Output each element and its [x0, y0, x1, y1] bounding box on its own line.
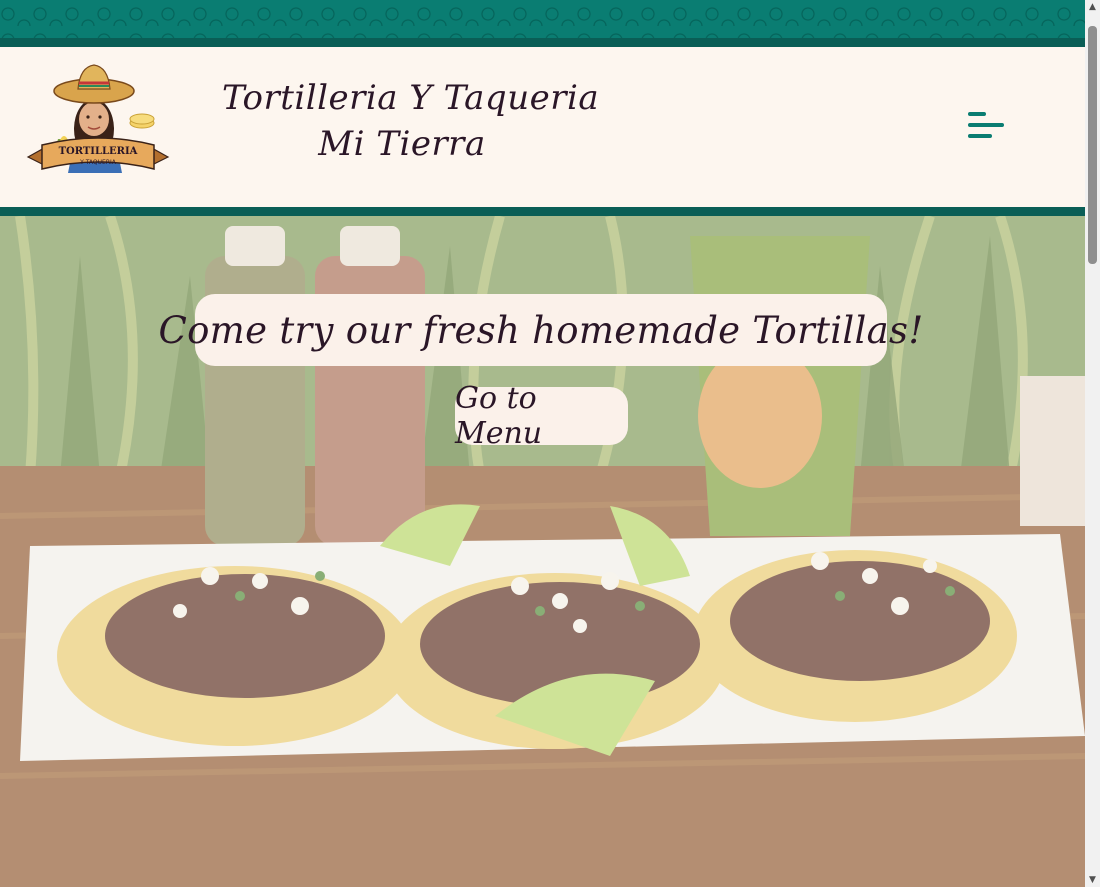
- scroll-down-arrow-icon[interactable]: ▼: [1085, 873, 1100, 887]
- hero-section: Come try our fresh homemade Tortillas! G…: [0, 216, 1085, 887]
- site-logo[interactable]: TORTILLERIA Y TAQUERIA: [24, 61, 172, 183]
- hamburger-menu-button[interactable]: [964, 109, 1008, 143]
- hero-headline: Come try our fresh homemade Tortillas!: [159, 294, 923, 366]
- scroll-up-arrow-icon[interactable]: ▲: [1085, 0, 1100, 14]
- page: TORTILLERIA Y TAQUERIA Tortilleria Y Taq…: [0, 0, 1085, 887]
- logo-illustration: TORTILLERIA Y TAQUERIA: [26, 64, 170, 173]
- svg-text:Y TAQUERIA: Y TAQUERIA: [79, 159, 117, 166]
- band-divider: [0, 38, 1085, 47]
- site-title-line-2: Mi Tierra: [318, 124, 486, 164]
- site-title-line-1: Tortilleria Y Taqueria: [222, 78, 600, 118]
- site-header: TORTILLERIA Y TAQUERIA Tortilleria Y Taq…: [0, 47, 1085, 207]
- scrollbar-thumb[interactable]: [1088, 26, 1097, 264]
- go-to-menu-button[interactable]: Go to Menu: [455, 381, 628, 451]
- decorative-wave-band: [0, 0, 1085, 38]
- header-divider: [0, 207, 1085, 216]
- site-title: Tortilleria Y Taqueria Mi Tierra: [222, 75, 600, 167]
- vertical-scrollbar[interactable]: ▲ ▼: [1085, 0, 1100, 887]
- svg-text:TORTILLERIA: TORTILLERIA: [59, 146, 138, 157]
